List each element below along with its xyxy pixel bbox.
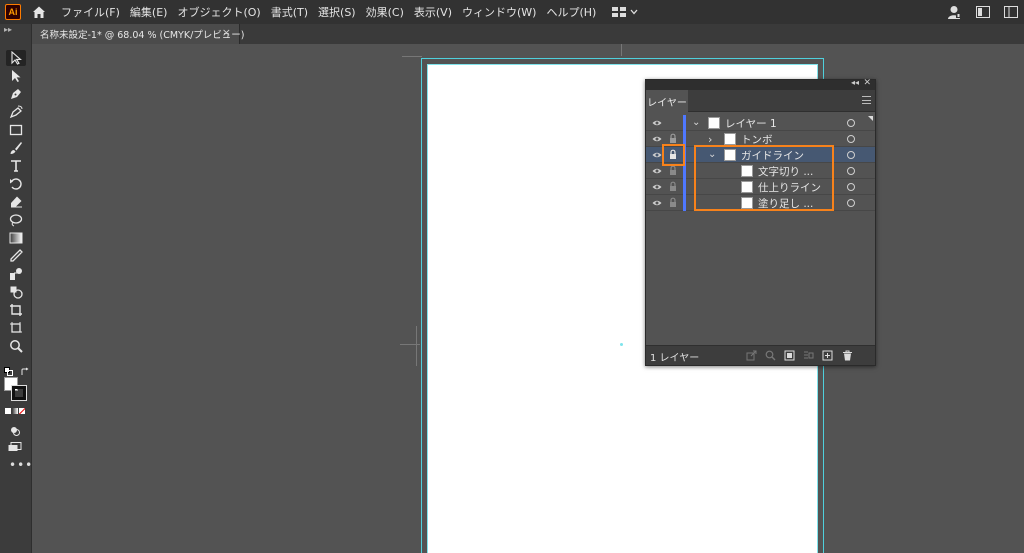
selection-tool-icon[interactable] bbox=[6, 50, 26, 66]
curvature-tool-icon[interactable] bbox=[6, 104, 26, 120]
zoom-tool-icon[interactable] bbox=[6, 338, 26, 354]
menu-select[interactable]: 選択(S) bbox=[318, 4, 356, 20]
document-tab-bar: 名称未設定-1* @ 68.04 % (CMYK/プレビュー) × bbox=[32, 24, 1024, 44]
target-circle-icon[interactable] bbox=[847, 167, 855, 175]
type-tool-icon[interactable] bbox=[6, 158, 26, 174]
toolbar-collapse-icon[interactable]: ▸▸ bbox=[4, 25, 12, 34]
lock-column-highlight bbox=[662, 144, 685, 166]
panel-footer: 1 レイヤー bbox=[646, 345, 875, 365]
eraser-tool-icon[interactable] bbox=[6, 194, 26, 210]
lock-icon[interactable] bbox=[668, 181, 678, 192]
workspace-switcher[interactable] bbox=[612, 6, 638, 18]
trim-mark bbox=[400, 344, 420, 345]
target-circle-icon[interactable] bbox=[847, 135, 855, 143]
artboard-tool-icon[interactable] bbox=[6, 320, 26, 336]
layer-count: 1 レイヤー bbox=[650, 353, 700, 364]
visibility-eye-icon[interactable] bbox=[652, 118, 662, 128]
trim-mark bbox=[402, 56, 422, 57]
menu-view[interactable]: 表示(V) bbox=[414, 4, 452, 20]
menu-help[interactable]: ヘルプ(H) bbox=[546, 4, 596, 20]
artboard-center-point bbox=[620, 343, 623, 346]
tab-layers[interactable]: レイヤー bbox=[646, 90, 688, 112]
pen-tool-icon[interactable] bbox=[6, 86, 26, 102]
user-account-icon[interactable] bbox=[946, 4, 962, 20]
visibility-eye-icon[interactable] bbox=[652, 134, 662, 144]
lock-icon[interactable] bbox=[668, 197, 678, 208]
default-colors-icon[interactable] bbox=[4, 362, 14, 376]
workspace-grid-icon bbox=[612, 7, 627, 17]
rectangle-tool-icon[interactable] bbox=[6, 122, 26, 138]
target-circle-icon[interactable] bbox=[847, 183, 855, 191]
menu-bar: Ai ファイル(F) 編集(E) オブジェクト(O) 書式(T) 選択(S) 効… bbox=[0, 0, 1024, 24]
selection-corner-indicator bbox=[868, 116, 873, 121]
menu-edit[interactable]: 編集(E) bbox=[130, 4, 168, 20]
more-tools-icon[interactable]: ••• bbox=[9, 458, 33, 472]
trim-mark bbox=[416, 326, 417, 366]
panel-layout-icon[interactable] bbox=[1004, 6, 1018, 18]
close-panel-icon[interactable]: ✕ bbox=[863, 78, 871, 88]
lasso-tool-icon[interactable] bbox=[6, 212, 26, 228]
app-logo: Ai bbox=[5, 4, 21, 20]
visibility-eye-icon[interactable] bbox=[652, 182, 662, 192]
none-mode-icon[interactable] bbox=[19, 408, 25, 414]
layer-color-bar bbox=[683, 195, 686, 211]
stroke-color-swatch[interactable] bbox=[11, 385, 27, 401]
menu-effect[interactable]: 効果(C) bbox=[366, 4, 404, 20]
close-tab-icon[interactable]: × bbox=[222, 26, 231, 39]
blend-tool-icon[interactable] bbox=[6, 266, 26, 282]
paintbrush-tool-icon[interactable] bbox=[6, 140, 26, 156]
menu-object[interactable]: オブジェクト(O) bbox=[177, 4, 260, 20]
target-circle-icon[interactable] bbox=[847, 199, 855, 207]
layer-thumbnail bbox=[708, 117, 720, 129]
target-circle-icon[interactable] bbox=[847, 151, 855, 159]
lock-icon[interactable] bbox=[668, 165, 678, 176]
layer-color-bar bbox=[683, 179, 686, 195]
clipping-mask-icon[interactable] bbox=[784, 350, 795, 361]
panel-tab-row: レイヤー bbox=[646, 90, 875, 112]
color-mode-buttons bbox=[5, 408, 25, 414]
layer-color-bar bbox=[683, 115, 686, 131]
chevron-down-icon bbox=[630, 9, 638, 15]
arrange-documents-icon[interactable] bbox=[976, 6, 990, 18]
panel-menu-icon[interactable] bbox=[862, 96, 871, 104]
locate-object-icon[interactable] bbox=[765, 350, 776, 361]
document-tab[interactable]: 名称未設定-1* @ 68.04 % (CMYK/プレビュー) × bbox=[32, 24, 245, 44]
rotate-tool-icon[interactable] bbox=[6, 176, 26, 192]
menu-type[interactable]: 書式(T) bbox=[271, 4, 308, 20]
new-sublayer-icon[interactable] bbox=[803, 350, 814, 361]
menu-file[interactable]: ファイル(F) bbox=[61, 4, 120, 20]
export-icon[interactable] bbox=[746, 350, 757, 361]
target-circle-icon[interactable] bbox=[847, 119, 855, 127]
collapse-panel-icon[interactable]: ◂◂ bbox=[851, 78, 859, 87]
visibility-eye-icon[interactable] bbox=[652, 166, 662, 176]
layer-row[interactable]: ⌄ レイヤー 1 bbox=[646, 115, 875, 131]
swap-colors-icon[interactable] bbox=[20, 362, 30, 375]
tools-panel: ▸▸ ••• bbox=[0, 24, 32, 553]
color-mode-icon[interactable] bbox=[5, 408, 11, 414]
document-tab-title: 名称未設定-1* @ 68.04 % (CMYK/プレビュー) bbox=[40, 30, 245, 41]
new-layer-icon[interactable] bbox=[822, 350, 833, 361]
gradient-mode-icon[interactable] bbox=[12, 408, 18, 414]
trash-icon[interactable] bbox=[842, 350, 853, 361]
layer-name: レイヤー 1 bbox=[725, 118, 777, 130]
eyedropper-tool-icon[interactable] bbox=[6, 248, 26, 264]
chevron-down-icon[interactable]: ⌄ bbox=[692, 117, 700, 128]
panel-title-bar[interactable]: ◂◂ ✕ bbox=[646, 78, 875, 90]
menu-window[interactable]: ウィンドウ(W) bbox=[462, 4, 536, 20]
screen-mode-icon[interactable] bbox=[8, 437, 22, 456]
visibility-eye-icon[interactable] bbox=[652, 198, 662, 208]
locked-sublayers-highlight bbox=[694, 145, 834, 211]
layers-panel: ◂◂ ✕ レイヤー ⌄ レイヤー 1 › トンボ ⌄ ガイドライン 文字切り .… bbox=[645, 78, 876, 366]
trim-mark bbox=[621, 44, 622, 56]
gradient-tool-icon[interactable] bbox=[6, 230, 26, 246]
lock-icon[interactable] bbox=[668, 133, 678, 144]
layer-thumbnail bbox=[724, 133, 736, 145]
visibility-eye-icon[interactable] bbox=[652, 150, 662, 160]
direct-selection-tool-icon[interactable] bbox=[6, 68, 26, 84]
crop-tool-icon[interactable] bbox=[6, 302, 26, 318]
shape-builder-tool-icon[interactable] bbox=[6, 284, 26, 300]
home-icon[interactable] bbox=[31, 4, 47, 20]
